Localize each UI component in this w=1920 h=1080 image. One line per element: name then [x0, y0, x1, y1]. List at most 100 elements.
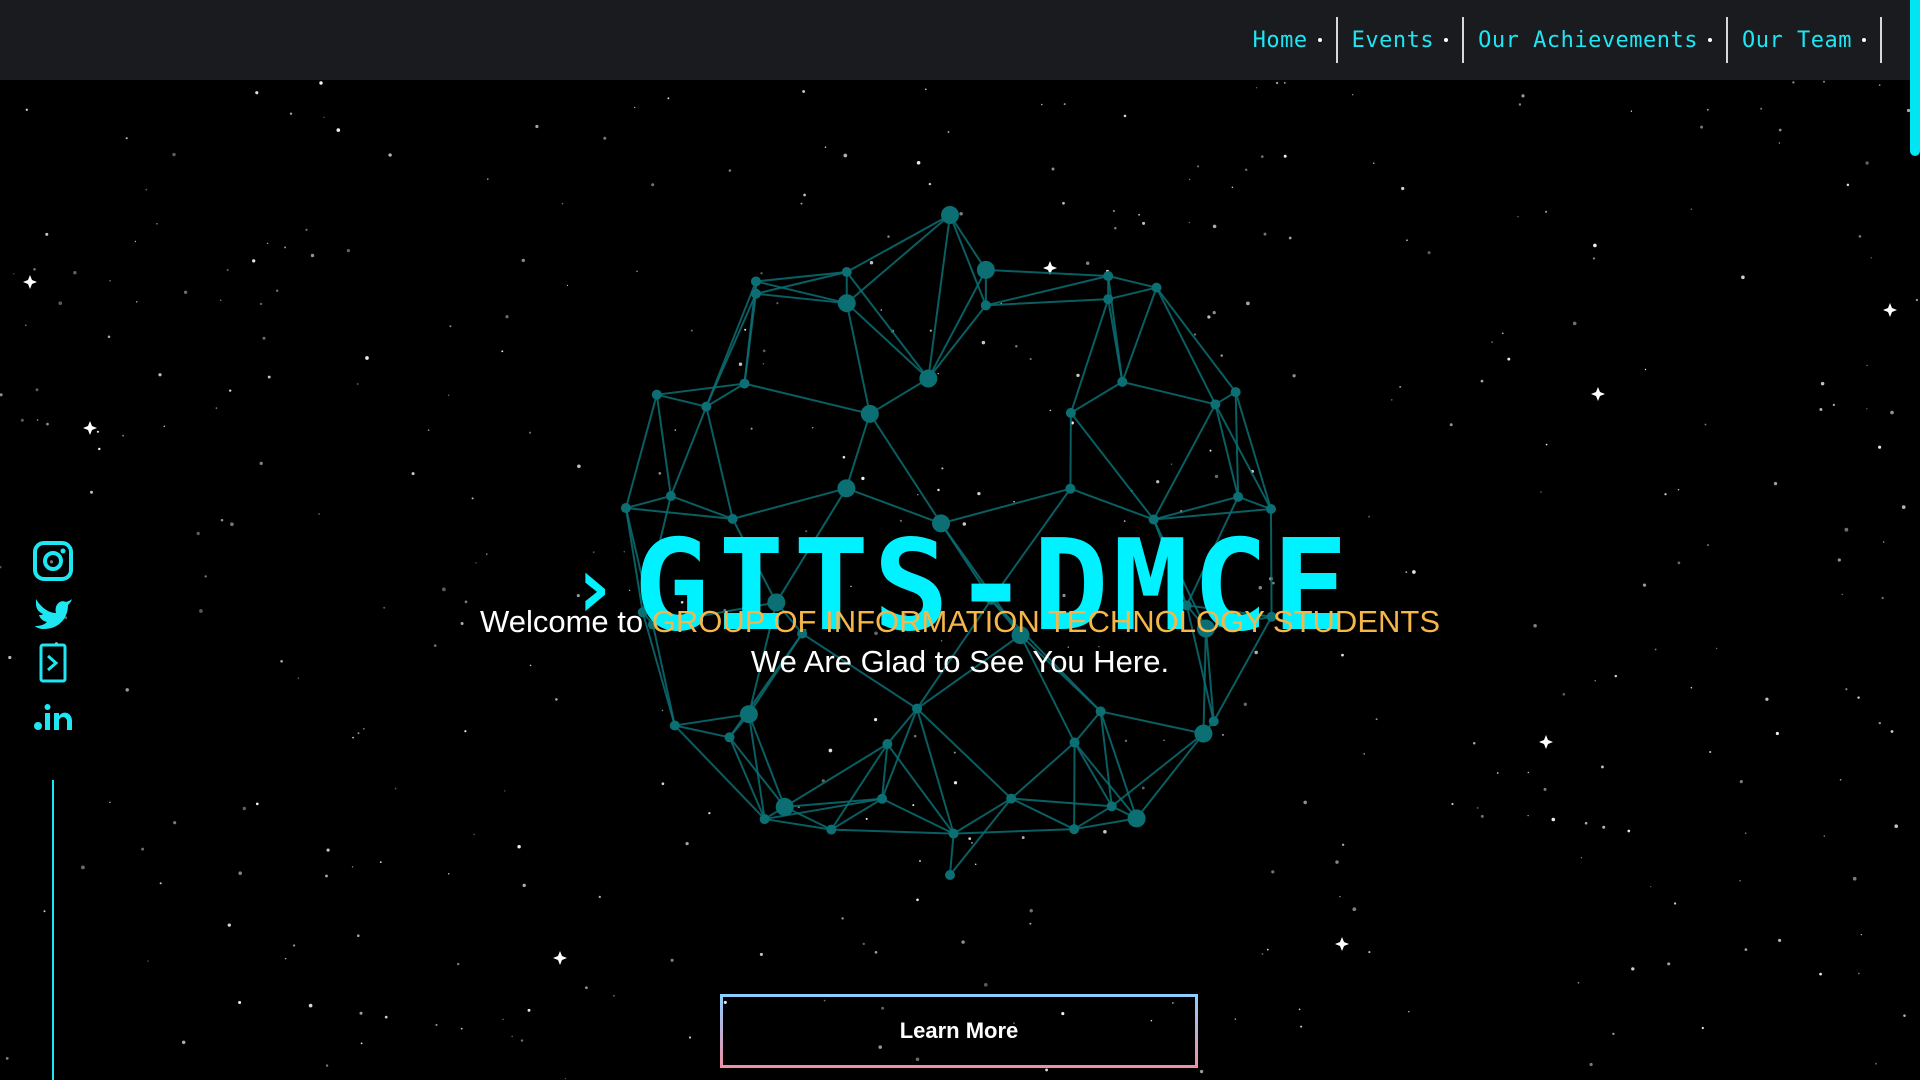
star [1449, 423, 1453, 427]
nav-dot [1317, 38, 1322, 42]
star [924, 88, 927, 91]
nav-team[interactable]: Our Team [1728, 17, 1882, 63]
star [1298, 1008, 1301, 1011]
globe-node [759, 814, 770, 825]
globe-edge [625, 495, 672, 510]
star [0, 393, 3, 397]
scrollbar-thumb[interactable] [1910, 0, 1920, 156]
star [1739, 880, 1741, 882]
star [1778, 142, 1781, 144]
star [688, 1036, 692, 1039]
star [1741, 275, 1745, 280]
globe-node [750, 276, 761, 287]
globe-edge [886, 707, 918, 745]
nav-achievements[interactable]: Our Achievements [1464, 17, 1729, 63]
star [1255, 87, 1258, 89]
star [43, 910, 46, 913]
globe-edge [1100, 710, 1204, 735]
star [1631, 967, 1635, 971]
star [843, 153, 848, 158]
star [1845, 688, 1848, 691]
star [1261, 155, 1264, 158]
globe-edge [1069, 298, 1110, 414]
sparkle-star [1883, 303, 1897, 317]
globe-node [1230, 387, 1241, 398]
globe-node [837, 479, 856, 498]
star [1266, 948, 1269, 951]
star [983, 982, 988, 987]
star [1846, 183, 1850, 187]
globe-node [1117, 376, 1128, 387]
learn-more-button[interactable]: Learn More [720, 994, 1198, 1068]
star [1391, 399, 1393, 401]
globe-edge [755, 271, 847, 295]
star [158, 373, 162, 377]
globe-edge [744, 382, 871, 415]
nav-home[interactable]: Home [1253, 17, 1338, 63]
star [147, 960, 149, 962]
star [1901, 505, 1906, 509]
star [73, 271, 77, 275]
star [351, 866, 354, 868]
star [1480, 379, 1484, 383]
globe-edge [1111, 732, 1205, 808]
star [447, 872, 450, 875]
globe-node [877, 793, 888, 804]
star [1521, 94, 1525, 98]
star [365, 356, 369, 360]
sparkle-star [1591, 387, 1605, 401]
star [135, 301, 138, 303]
star [58, 301, 63, 305]
star [1773, 481, 1778, 486]
globe-edge [953, 828, 1075, 835]
globe-edge [624, 394, 658, 509]
globe-node [1103, 271, 1114, 282]
star [1822, 80, 1826, 83]
star [156, 223, 158, 225]
globe-node [1065, 483, 1076, 494]
star [728, 169, 732, 172]
star [357, 934, 360, 937]
nav-events[interactable]: Events [1338, 17, 1465, 63]
star [1890, 730, 1894, 733]
star [1819, 407, 1823, 412]
globe-node [948, 828, 959, 839]
star [1775, 731, 1779, 736]
star [1472, 742, 1476, 745]
globe-node [775, 797, 794, 816]
star [219, 299, 222, 302]
star [1903, 1014, 1906, 1017]
nav-dot [1862, 38, 1866, 42]
linkedin-link[interactable] [32, 693, 74, 737]
star [471, 497, 474, 500]
globe-node [1106, 801, 1117, 812]
globe-edge [1214, 404, 1240, 498]
nav-team-label: Our Team [1742, 27, 1852, 53]
globe-node [1233, 491, 1244, 502]
linkedin-icon [34, 704, 72, 730]
star [1664, 493, 1667, 496]
star [522, 883, 526, 888]
star [1496, 772, 1499, 774]
star [1706, 108, 1709, 111]
star [352, 736, 354, 739]
star [292, 944, 296, 947]
star [13, 273, 15, 275]
star [310, 253, 315, 258]
star [504, 790, 506, 792]
star [259, 461, 263, 466]
star [613, 994, 615, 997]
star [326, 848, 330, 852]
star [215, 407, 218, 409]
star [255, 802, 259, 806]
star [1491, 341, 1493, 343]
main-nav: Home Events Our Achievements Our Team [1253, 17, 1882, 63]
star [456, 962, 460, 966]
star [96, 430, 99, 433]
star [107, 335, 111, 339]
sparkle-star [1335, 937, 1349, 951]
nav-dot [1708, 38, 1713, 42]
star [305, 228, 308, 231]
globe-node [1069, 824, 1080, 835]
globe-edge [831, 828, 954, 835]
